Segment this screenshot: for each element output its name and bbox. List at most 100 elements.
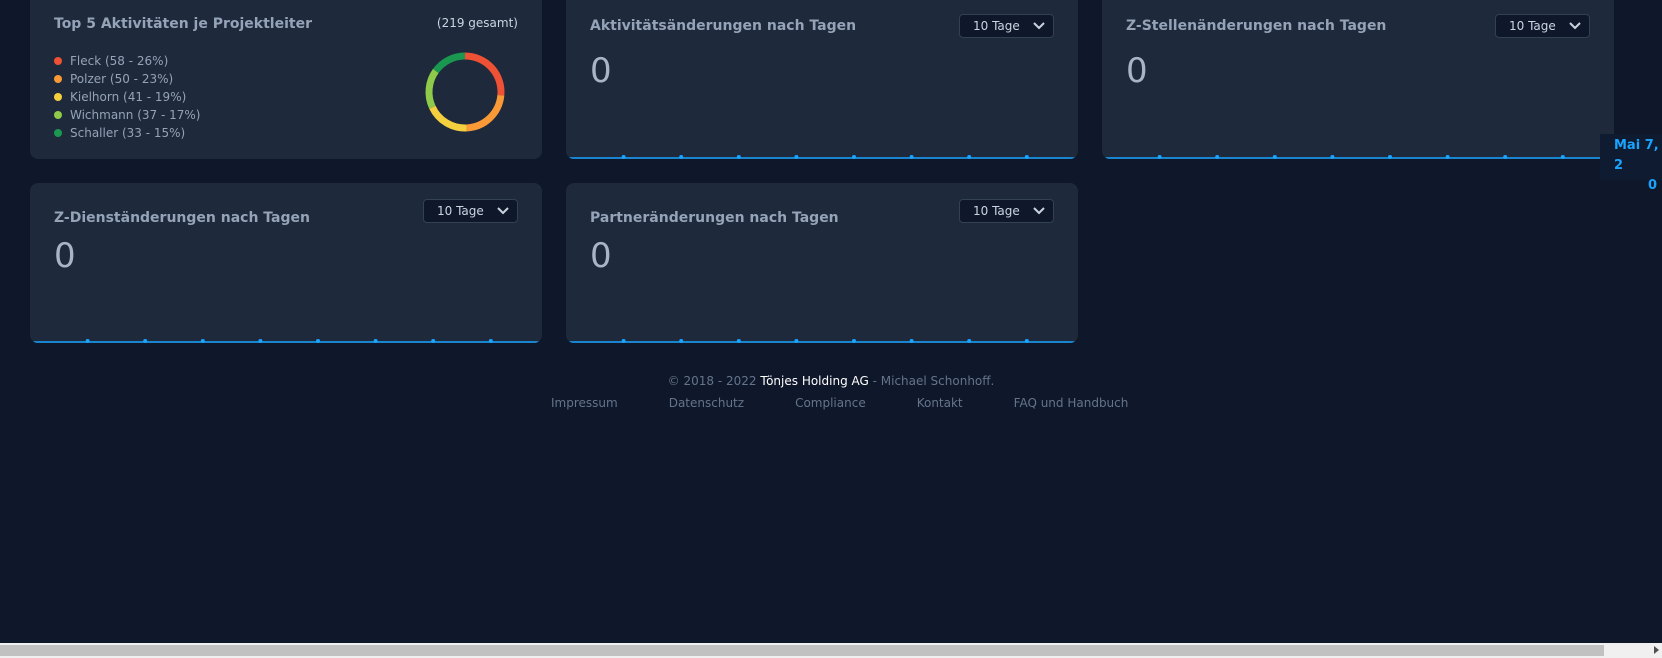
donut-slice[interactable] [425,68,439,109]
card-title: Top 5 Aktivitäten je Projektleiter [54,16,312,32]
days-select[interactable]: 10 Tage [959,199,1054,223]
sparkline-point[interactable] [909,339,914,343]
legend-item[interactable]: Schaller (33 - 15%) [54,124,200,142]
donut-slice[interactable] [429,105,467,132]
sparkline-point[interactable] [621,155,626,159]
legend-label: Kielhorn (41 - 19%) [70,90,187,104]
chevron-down-icon [1033,22,1045,30]
partneraenderungen-card: Partneränderungen nach Tagen 10 Tage 0 [566,183,1078,343]
sparkline-point[interactable] [316,339,320,343]
sparkline-point[interactable] [736,155,741,159]
legend-item[interactable]: Fleck (58 - 26%) [54,52,200,70]
card-title: Z-Stellenänderungen nach Tagen [1126,18,1387,34]
select-value: 10 Tage [973,204,1020,218]
days-select[interactable]: 10 Tage [423,199,518,223]
donut-slice[interactable] [432,52,466,74]
legend-label: Fleck (58 - 26%) [70,54,169,68]
top5-projektleiter-card: Top 5 Aktivitäten je Projektleiter (219 … [30,0,542,159]
select-value: 10 Tage [437,204,484,218]
select-value: 10 Tage [1509,19,1556,33]
legend-dot [54,93,62,101]
days-select[interactable]: 10 Tage [959,14,1054,38]
sparkline-point[interactable] [431,339,436,343]
sparkline-point[interactable] [1024,155,1029,159]
tooltip-date: Mai 7, 2 [1614,138,1659,173]
legend-label: Schaller (33 - 15%) [70,126,186,140]
footer-link-faq[interactable]: FAQ und Handbuch [1014,396,1129,410]
sparkline-point[interactable] [1215,155,1220,159]
sparkline-point[interactable] [1272,155,1277,159]
sparkline-point[interactable] [1330,155,1335,159]
z-stellenaenderungen-card: Z-Stellenänderungen nach Tagen 10 Tage 0 [1102,0,1614,159]
sparkline-point[interactable] [1024,339,1029,343]
z-dienstaenderungen-card: Z-Dienständerungen nach Tagen 10 Tage 0 [30,183,542,343]
legend-dot [54,129,62,137]
big-value: 0 [590,236,612,276]
sparkline-point[interactable] [794,155,799,159]
sparkline-chart[interactable] [30,337,542,343]
chevron-down-icon [1033,207,1045,215]
sparkline-point[interactable] [794,339,799,343]
tooltip-value: 0 [1648,178,1658,193]
big-value: 0 [1126,51,1148,91]
scrollbar-thumb[interactable] [0,645,1604,656]
legend-dot [54,75,62,83]
card-title: Aktivitätsänderungen nach Tagen [590,18,857,34]
sparkline-point[interactable] [679,155,684,159]
brand-name: Tönjes Holding AG [760,374,869,388]
sparkline-point[interactable] [967,155,972,159]
sparkline-chart[interactable] [566,337,1078,343]
horizontal-scrollbar[interactable] [0,643,1662,658]
sparkline-point[interactable] [852,155,856,159]
legend-item[interactable]: Polzer (50 - 23%) [54,70,200,88]
sparkline-point[interactable] [1157,155,1162,159]
sparkline-chart[interactable] [1102,153,1614,159]
sparkline-point[interactable] [373,339,378,343]
big-value: 0 [54,236,76,276]
scroll-right-arrow-icon[interactable] [1654,646,1659,654]
select-value: 10 Tage [973,19,1020,33]
legend-dot [54,111,62,119]
card-title: Z-Dienständerungen nach Tagen [54,210,310,226]
footer-link-compliance[interactable]: Compliance [795,396,866,410]
total-count: (219 gesamt) [436,16,518,30]
chart-tooltip: Mai 7, 2 0 [1600,134,1662,193]
legend-label: Wichmann (37 - 17%) [70,108,201,122]
sparkline-point[interactable] [1503,155,1508,159]
legend: Fleck (58 - 26%) Polzer (50 - 23%) Kielh… [54,52,200,142]
footer-link-impressum[interactable]: Impressum [551,396,618,410]
donut-slice[interactable] [466,94,505,132]
donut-slice[interactable] [464,52,505,96]
legend-dot [54,57,62,65]
footer-links: Impressum Datenschutz Compliance Kontakt… [551,396,1179,410]
legend-item[interactable]: Wichmann (37 - 17%) [54,106,200,124]
card-title: Partneränderungen nach Tagen [590,210,839,226]
legend-label: Polzer (50 - 23%) [70,72,174,86]
days-select[interactable]: 10 Tage [1495,14,1590,38]
footer-link-datenschutz[interactable]: Datenschutz [669,396,744,410]
sparkline-point[interactable] [488,339,493,343]
copyright-suffix: - Michael Schonhoff. [868,374,995,388]
sparkline-point[interactable] [143,339,148,343]
sparkline-point[interactable] [200,339,205,343]
big-value: 0 [590,51,612,91]
aktivitaetsaenderungen-card: Aktivitätsänderungen nach Tagen 10 Tage … [566,0,1078,159]
sparkline-point[interactable] [85,339,90,343]
sparkline-point[interactable] [679,339,684,343]
sparkline-point[interactable] [852,339,856,343]
sparkline-point[interactable] [909,155,914,159]
sparkline-point[interactable] [736,339,741,343]
footer-copyright: © 2018 - 2022 Tönjes Holding AG - Michae… [0,374,1662,388]
copyright-prefix: © 2018 - 2022 [667,374,761,388]
sparkline-point[interactable] [621,339,626,343]
sparkline-point[interactable] [1388,155,1392,159]
sparkline-chart[interactable] [566,153,1078,159]
donut-chart[interactable] [421,48,509,136]
sparkline-point[interactable] [1560,155,1565,159]
sparkline-point[interactable] [1445,155,1450,159]
legend-item[interactable]: Kielhorn (41 - 19%) [54,88,200,106]
footer-link-kontakt[interactable]: Kontakt [917,396,963,410]
sparkline-point[interactable] [258,339,263,343]
chevron-down-icon [497,207,509,215]
sparkline-point[interactable] [967,339,972,343]
